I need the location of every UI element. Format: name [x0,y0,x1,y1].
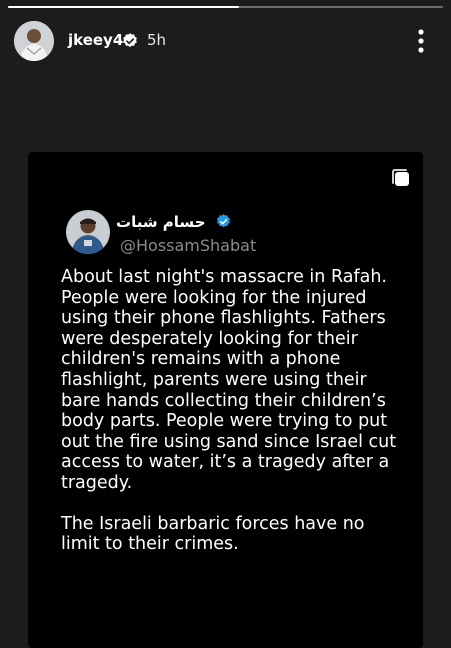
story-header: jkeey4 5h [14,20,444,62]
tweet-author-row: حسام شبات [116,211,232,233]
tweet-paragraph: About last night's massacre in Rafah. Pe… [61,267,397,493]
more-vertical-icon[interactable] [408,24,434,58]
tweet-author-handle[interactable]: @HossamShabat [120,236,256,255]
tweet-verified-icon [216,214,230,228]
copy-icon[interactable] [390,167,412,189]
story-progress-bar [8,6,443,8]
story-progress-fill [8,6,239,8]
story-avatar[interactable] [14,21,54,61]
story-timestamp: 5h [147,31,167,49]
shared-tweet-card[interactable]: حسام شبات @HossamShabat About last night… [28,152,423,648]
tweet-body: About last night's massacre in Rafah. Pe… [61,267,406,575]
tweet-paragraph: The Israeli barbaric forces have no limi… [61,513,365,555]
story-username[interactable]: jkeey4 [68,31,123,49]
verified-badge-icon [123,33,137,48]
tweet-author-avatar[interactable] [66,210,110,254]
tweet-author-name[interactable]: حسام شبات [116,213,206,231]
